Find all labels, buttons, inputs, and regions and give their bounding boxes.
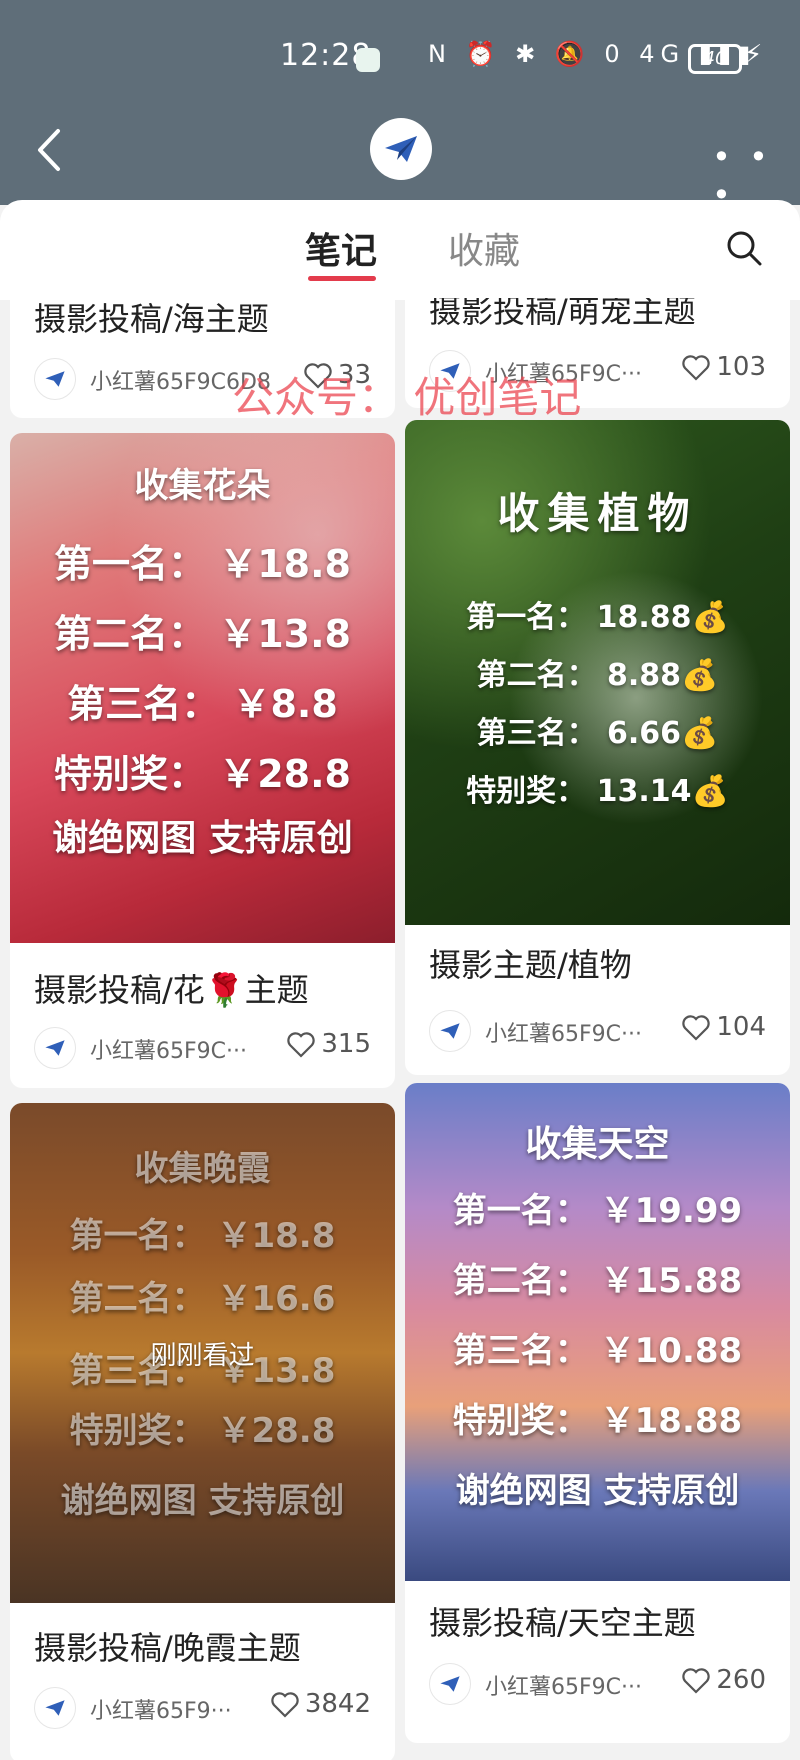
card-meta: 小红薯65F9C··· 104 bbox=[429, 1010, 766, 1052]
cover-text-6: 谢绝网图 支持原创 bbox=[52, 818, 353, 859]
card-cover-image: 收集植物 第一名： 18.88💰 第二名： 8.88💰 第三名： 6.66💰 特… bbox=[405, 420, 790, 925]
author-name: 小红薯65F9C··· bbox=[90, 1039, 247, 1064]
card-meta: 小红薯65F9C··· 260 bbox=[429, 1663, 766, 1705]
tab-notes[interactable]: 笔记 bbox=[305, 222, 377, 274]
charging-icon: ⚡ bbox=[744, 40, 763, 70]
like-count: 3842 bbox=[304, 1689, 371, 1719]
cover-text-5: 特别奖： ￥18.88 bbox=[452, 1401, 743, 1441]
cover-text-3: 第二名： ￥16.6 bbox=[69, 1279, 336, 1319]
card-meta: 小红薯65F9C··· 315 bbox=[34, 1027, 371, 1069]
note-card-flowers[interactable]: 收集花朵 第一名： ￥18.8 第二名： ￥13.8 第三名： ￥8.8 特别奖… bbox=[10, 433, 395, 1088]
heart-icon bbox=[682, 354, 711, 381]
watermark-text: 公众号： 优创笔记 bbox=[232, 373, 582, 422]
notes-grid: 摄影投稿/海主题 小红薯65F9C6D8 33 摄影投稿/萌宠主题 小红薯65F… bbox=[0, 298, 800, 1760]
author-avatar[interactable] bbox=[429, 1010, 471, 1052]
cover-text-4: 第三名： 6.66💰 bbox=[476, 716, 719, 751]
paper-plane-icon bbox=[45, 1040, 65, 1056]
cover-text-2: 第一名： ￥19.99 bbox=[452, 1191, 743, 1231]
paper-plane-icon bbox=[45, 371, 65, 387]
like-button[interactable]: 103 bbox=[682, 352, 766, 382]
like-count: 260 bbox=[716, 1665, 766, 1695]
card-title: 摄影投稿/海主题 bbox=[34, 300, 269, 338]
card-cover-image: 收集花朵 第一名： ￥18.8 第二名： ￥13.8 第三名： ￥8.8 特别奖… bbox=[10, 433, 395, 943]
recently-viewed-label: 刚刚看过 bbox=[150, 1341, 255, 1371]
paper-plane-icon bbox=[440, 1023, 460, 1039]
cover-text-1: 收集天空 bbox=[525, 1124, 670, 1165]
note-card-sunset[interactable]: 收集晚霞 第一名： ￥18.8 第二名： ￥16.6 第三名： ￥13.8 特别… bbox=[10, 1103, 395, 1760]
like-button[interactable]: 3842 bbox=[271, 1689, 371, 1719]
back-arrow-icon[interactable] bbox=[30, 125, 70, 175]
cover-text-1: 收集晚霞 bbox=[134, 1149, 271, 1189]
card-meta: 小红薯65F9··· 3842 bbox=[34, 1687, 371, 1729]
cover-text-1: 收集植物 bbox=[497, 489, 698, 538]
card-title: 摄影投稿/花🌹主题 bbox=[34, 971, 309, 1009]
like-count: 103 bbox=[716, 352, 766, 382]
author-name: 小红薯65F9C··· bbox=[485, 1022, 642, 1047]
profile-avatar[interactable] bbox=[370, 118, 432, 180]
note-card-sky[interactable]: 收集天空 第一名： ￥19.99 第二名： ￥15.88 第三名： ￥10.88… bbox=[405, 1083, 790, 1743]
cover-text-4: 第三名： ￥10.88 bbox=[452, 1331, 743, 1371]
tab-favorites[interactable]: 收藏 bbox=[448, 222, 520, 274]
card-title: 摄影投稿/天空主题 bbox=[429, 1604, 696, 1642]
top-bar: 12:28 N ⏰ ✱ 🔕 0 4G ▮▮▮ 40 ⚡ • • • bbox=[0, 0, 800, 214]
paper-plane-icon bbox=[440, 1676, 460, 1692]
cover-text-6: 谢绝网图 支持原创 bbox=[60, 1481, 345, 1521]
like-button[interactable]: 260 bbox=[682, 1665, 766, 1695]
author-avatar[interactable] bbox=[34, 358, 76, 400]
cover-text-5: 特别奖： ￥28.8 bbox=[54, 752, 351, 796]
search-icon[interactable] bbox=[724, 228, 764, 268]
cover-text-4: 第三名： ￥8.8 bbox=[67, 682, 338, 726]
card-cover-image: 收集晚霞 第一名： ￥18.8 第二名： ￥16.6 第三名： ￥13.8 特别… bbox=[10, 1103, 395, 1603]
card-cover-image: 收集天空 第一名： ￥19.99 第二名： ￥15.88 第三名： ￥10.88… bbox=[405, 1083, 790, 1581]
status-bar: 12:28 N ⏰ ✱ 🔕 0 4G ▮▮▮ 40 ⚡ bbox=[0, 0, 800, 115]
card-title: 摄影投稿/萌宠主题 bbox=[429, 298, 696, 330]
cover-text-1: 收集花朵 bbox=[134, 466, 271, 506]
author-name: 小红薯65F9··· bbox=[90, 1699, 232, 1724]
cover-text-5: 特别奖： ￥28.8 bbox=[69, 1411, 336, 1451]
author-name: 小红薯65F9C··· bbox=[485, 1675, 642, 1700]
heart-icon bbox=[682, 1014, 711, 1041]
cover-text-2: 第一名： ￥18.8 bbox=[69, 1216, 336, 1256]
heart-icon bbox=[271, 1691, 299, 1718]
cover-text-2: 第一名： ￥18.8 bbox=[54, 542, 351, 586]
cover-text-3: 第二名： ￥13.8 bbox=[54, 612, 351, 656]
like-button[interactable]: 104 bbox=[682, 1012, 766, 1042]
paper-plane-icon bbox=[385, 136, 417, 162]
cover-text-3: 第二名： ￥15.88 bbox=[452, 1261, 743, 1301]
active-tab-indicator bbox=[308, 276, 376, 281]
card-title: 摄影投稿/晚霞主题 bbox=[34, 1629, 301, 1667]
tab-sheet bbox=[0, 200, 800, 300]
note-card-plants[interactable]: 收集植物 第一名： 18.88💰 第二名： 8.88💰 第三名： 6.66💰 特… bbox=[405, 420, 790, 1075]
author-avatar[interactable] bbox=[429, 1663, 471, 1705]
paper-plane-icon bbox=[45, 1700, 65, 1716]
cover-text-2: 第一名： 18.88💰 bbox=[466, 600, 729, 635]
app-notification-icon bbox=[356, 48, 380, 72]
like-count: 104 bbox=[716, 1012, 766, 1042]
card-title: 摄影主题/植物 bbox=[429, 946, 632, 984]
cover-text-6: 谢绝网图 支持原创 bbox=[455, 1471, 740, 1511]
like-count: 315 bbox=[321, 1029, 371, 1059]
battery-icon: 40 bbox=[688, 44, 742, 74]
cover-text-3: 第二名： 8.88💰 bbox=[476, 658, 719, 693]
heart-icon bbox=[287, 1031, 316, 1058]
cover-text-5: 特别奖： 13.14💰 bbox=[466, 774, 729, 809]
heart-icon bbox=[682, 1667, 711, 1694]
author-avatar[interactable] bbox=[34, 1687, 76, 1729]
author-avatar[interactable] bbox=[34, 1027, 76, 1069]
like-button[interactable]: 315 bbox=[287, 1029, 371, 1059]
